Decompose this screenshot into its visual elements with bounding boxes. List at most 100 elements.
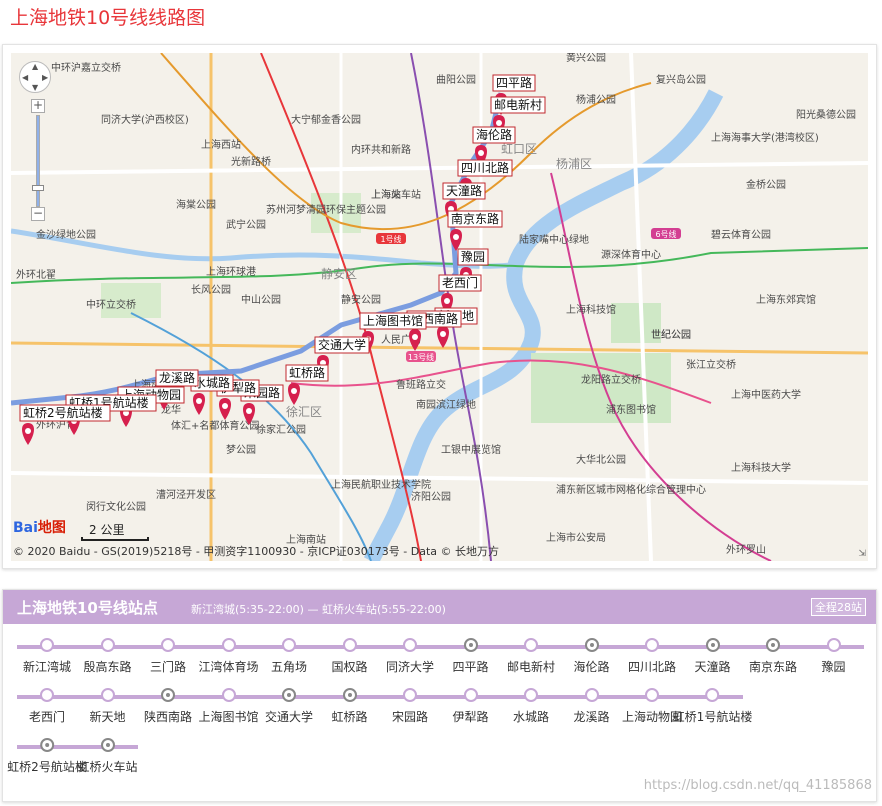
station-name: 虹桥路	[331, 710, 368, 724]
station-dot-icon	[100, 638, 115, 652]
scale-label: 2 公里	[89, 523, 125, 537]
pan-down-icon[interactable]: ▼	[32, 83, 38, 92]
station-dot-icon	[523, 688, 538, 702]
page-title: 上海地铁10号线线路图	[10, 7, 206, 29]
station-pin-label: 邮电新村	[494, 97, 542, 112]
station-item[interactable]: 龙溪路	[573, 684, 610, 725]
station-name: 伊犁路	[452, 710, 489, 724]
map-place-label: 陆家嘴中心绿地	[519, 233, 589, 246]
station-item[interactable]: 四川北路	[628, 634, 676, 675]
station-item[interactable]: 三门路	[150, 634, 186, 675]
station-item[interactable]: 虹桥路	[331, 684, 368, 725]
pan-control[interactable]: ▲ ▼ ◀ ▶	[19, 61, 51, 93]
station-item[interactable]: 五角场	[271, 634, 307, 675]
station-item[interactable]: 老西门	[29, 684, 65, 725]
station-item[interactable]: 虹桥2号航站楼	[7, 734, 87, 775]
station-name: 三门路	[149, 660, 187, 674]
station-item[interactable]: 海伦路	[573, 634, 610, 675]
zoom-in-button[interactable]: +	[31, 99, 45, 113]
station-pin-label: 虹桥2号航站楼	[23, 405, 103, 420]
zoom-out-button[interactable]: −	[31, 207, 45, 221]
station-dot-icon	[402, 688, 417, 702]
station-item[interactable]: 虹桥1号航站楼	[673, 684, 752, 725]
station-item[interactable]: 殷高东路	[83, 634, 132, 675]
transfer-station-icon	[160, 688, 175, 702]
transfer-station-icon	[39, 738, 54, 752]
road	[11, 341, 868, 355]
zoom-slider-thumb[interactable]	[32, 185, 44, 191]
station-name: 四川北路	[627, 660, 677, 674]
station-item[interactable]: 宋园路	[392, 684, 428, 725]
map-panel: 1号线 6号线 13号线 中环沪嘉立交桥 同济大学(沪西校区) 上海西站 光新路桥 大宁郁金…	[2, 44, 877, 569]
map-place-label: 同济大学(沪西校区)	[101, 113, 189, 126]
station-panel-header: 上海地铁10号线站点 新江湾城(5:35-22:00) — 虹桥火车站(5:55…	[3, 590, 876, 624]
map-canvas[interactable]: 1号线 6号线 13号线 中环沪嘉立交桥同济大学(沪西校区) 上海西站光新路桥 大宁郁金…	[11, 53, 868, 561]
map-place-label: 上海海事大学(港湾校区)	[711, 131, 819, 144]
station-name: 同济大学	[385, 660, 435, 674]
map-place-label: 徐汇区	[286, 404, 322, 419]
route-info: 新江湾城(5:35-22:00) — 虹桥火车站(5:55-22:00)	[191, 603, 446, 616]
map-pin-dot	[291, 388, 297, 394]
station-name: 虹桥2号航站楼	[7, 760, 87, 774]
metro-line-badge-label: 1号线	[380, 234, 401, 244]
map-place-label: 长风公园	[191, 284, 231, 296]
map-place-label: 曲阳公园	[436, 74, 476, 86]
map-place-label: 外环北翟	[16, 269, 56, 281]
resize-corner-icon[interactable]: ⇲	[858, 549, 866, 559]
station-item[interactable]: 新江湾城	[23, 634, 71, 675]
station-dot-icon	[342, 638, 357, 652]
station-pin-label: 龙溪路	[159, 370, 195, 385]
station-item[interactable]: 江湾体育场	[198, 634, 259, 675]
station-item[interactable]: 新天地	[89, 684, 126, 725]
map-place-label: 上海西站	[201, 138, 241, 151]
station-pin-label: 老西门	[442, 275, 478, 290]
station-pin-label: 水城路	[194, 375, 230, 390]
pan-left-icon[interactable]: ◀	[22, 73, 28, 82]
station-item[interactable]: 水城路	[513, 684, 549, 725]
map-place-label: 上海火车站	[371, 188, 421, 201]
baidu-logo[interactable]: Bai地图	[13, 517, 66, 537]
station-item[interactable]: 虹桥火车站	[77, 734, 138, 775]
scale-line	[81, 537, 149, 541]
map-place-label: 浦东新区城市网格化综合管理中心	[556, 483, 706, 496]
map-pin-dot	[444, 298, 450, 304]
station-name: 国权路	[331, 660, 368, 674]
transfer-station-icon	[342, 688, 357, 702]
station-item[interactable]: 陕西南路	[144, 684, 192, 725]
station-pin-label: 天潼路	[446, 183, 482, 198]
map-pin-dot	[412, 334, 418, 340]
watermark: https://blog.csdn.net/qq_41185868	[643, 778, 872, 793]
station-name: 四平路	[452, 660, 489, 674]
station-pin[interactable]: 南京东路	[447, 210, 503, 251]
station-pin-label: 豫园	[461, 250, 485, 264]
station-item[interactable]: 国权路	[331, 634, 368, 675]
map-place-label: 静安区	[321, 266, 357, 281]
station-pin-label: 海伦路	[476, 127, 512, 142]
map-view[interactable]: 1号线 6号线 13号线 中环沪嘉立交桥 同济大学(沪西校区) 上海西站 光新路桥 大宁郁金…	[11, 53, 868, 561]
station-item[interactable]: 南京东路	[749, 634, 797, 675]
map-place-label: 梦公园	[226, 444, 256, 456]
zoom-slider-track[interactable]	[36, 115, 40, 207]
map-place-label: 黄兴公园	[566, 53, 606, 64]
total-stations-badge: 全程28站	[811, 598, 866, 616]
map-place-label: 金桥公园	[746, 178, 786, 191]
station-item[interactable]: 同济大学	[386, 634, 434, 675]
station-item[interactable]: 天潼路	[694, 634, 731, 675]
station-item[interactable]: 豫园	[821, 634, 846, 675]
station-item[interactable]: 上海图书馆	[198, 684, 259, 725]
map-place-label: 济阳公园	[411, 490, 451, 503]
station-item[interactable]: 邮电新村	[507, 634, 555, 675]
station-item[interactable]: 伊犁路	[452, 684, 489, 725]
station-dot-icon	[221, 688, 236, 702]
map-place-label: 龙阳路立交桥	[581, 373, 641, 386]
station-dot-icon	[463, 688, 478, 702]
station-item[interactable]: 交通大学	[265, 684, 313, 725]
station-dot-icon	[402, 638, 417, 652]
map-place-label: 南园滨江绿地	[416, 398, 476, 411]
map-place-label: 苏州河梦清园环保主题公园	[266, 203, 386, 216]
pan-right-icon[interactable]: ▶	[42, 73, 48, 82]
map-place-label: 虹口区	[501, 142, 537, 156]
station-item[interactable]: 四平路	[452, 634, 489, 675]
pan-up-icon[interactable]: ▲	[32, 62, 38, 71]
map-place-label: 闵行文化公园	[86, 500, 146, 513]
